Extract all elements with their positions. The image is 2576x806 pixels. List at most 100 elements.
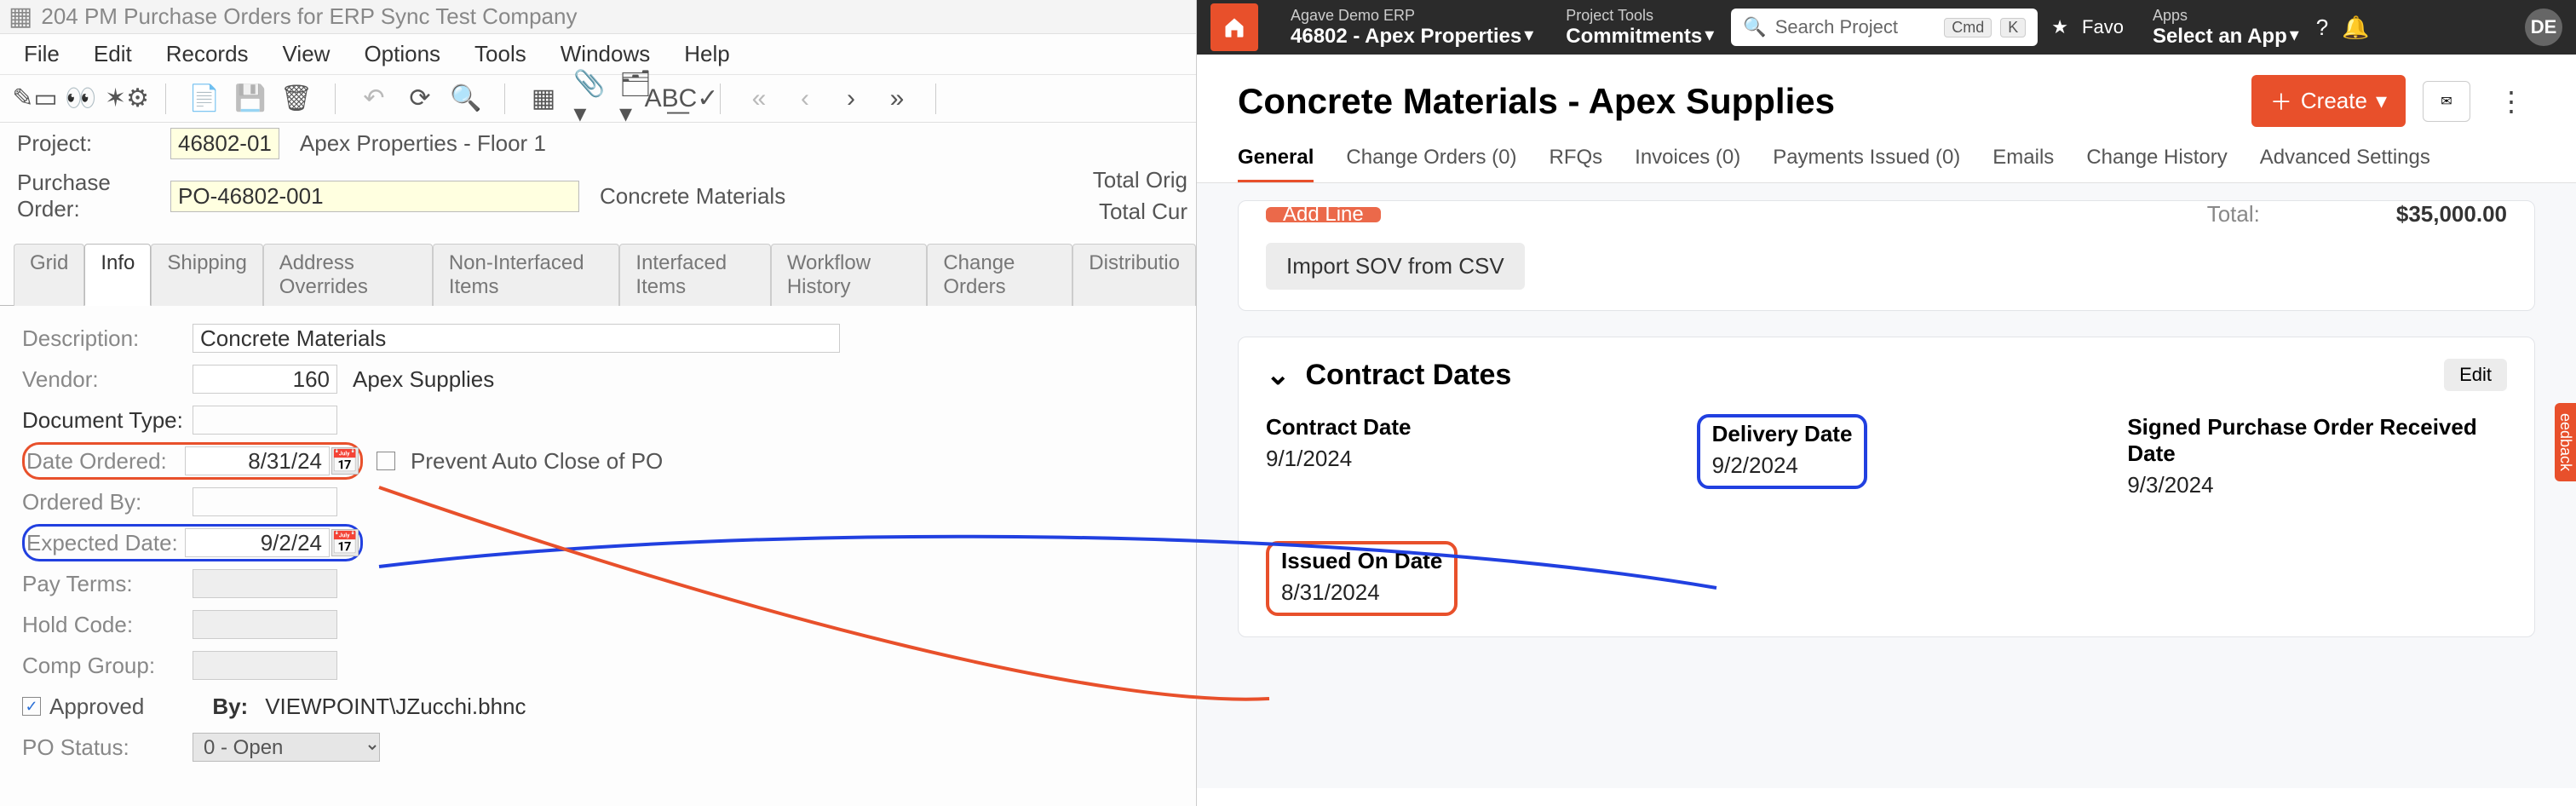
gear-sparkle-icon[interactable]: ✶⚙ bbox=[112, 84, 141, 113]
toolbar: ✎▭ 👀 ✶⚙ 📄 💾 🗑 ↶ ⟳ 🔍 ▦ 📎▾ 🗂▾ AB͟C✓ « ‹ › … bbox=[0, 75, 1196, 123]
approved-checkbox[interactable]: ✓ bbox=[22, 697, 41, 716]
menu-file[interactable]: File bbox=[24, 41, 60, 67]
po-number-input[interactable]: PO-46802-001 bbox=[170, 181, 579, 212]
tab-address-overrides[interactable]: Address Overrides bbox=[263, 244, 433, 306]
caret-down-icon: ▾ bbox=[1524, 24, 1533, 46]
tab-shipping[interactable]: Shipping bbox=[151, 244, 262, 306]
contract-date-label: Contract Date bbox=[1266, 414, 1646, 440]
menu-windows[interactable]: Windows bbox=[561, 41, 650, 67]
next-icon[interactable]: › bbox=[837, 84, 865, 113]
tab-rfqs[interactable]: RFQs bbox=[1549, 135, 1602, 182]
menu-edit[interactable]: Edit bbox=[94, 41, 132, 67]
help-icon[interactable]: ? bbox=[2316, 14, 2328, 41]
more-menu-icon[interactable]: ⋮ bbox=[2487, 85, 2535, 118]
tool-selector[interactable]: Project Tools Commitments ▾ bbox=[1550, 0, 1717, 55]
prev-icon[interactable]: ‹ bbox=[791, 84, 819, 113]
menu-help[interactable]: Help bbox=[684, 41, 729, 67]
tab-emails[interactable]: Emails bbox=[1992, 135, 2054, 182]
caret-down-icon: ▾ bbox=[2376, 88, 2387, 114]
page-icon[interactable]: 📄 bbox=[190, 84, 219, 113]
delivery-date-label: Delivery Date bbox=[1712, 421, 1853, 447]
po-status-select[interactable]: 0 - Open bbox=[193, 733, 380, 762]
erp-context-line2: 46802 - Apex Properties bbox=[1291, 25, 1521, 49]
tab-distribution[interactable]: Distributio bbox=[1072, 244, 1196, 306]
first-icon[interactable]: « bbox=[745, 84, 773, 113]
web-app: Agave Demo ERP 46802 - Apex Properties ▾… bbox=[1197, 0, 2576, 806]
global-topbar: Agave Demo ERP 46802 - Apex Properties ▾… bbox=[1197, 0, 2576, 55]
menu-options[interactable]: Options bbox=[364, 41, 440, 67]
tab-general[interactable]: General bbox=[1238, 135, 1314, 182]
tab-change-orders[interactable]: Change Orders bbox=[927, 244, 1072, 306]
tab-interfaced[interactable]: Interfaced Items bbox=[619, 244, 770, 306]
add-line-button[interactable]: Add Line bbox=[1266, 207, 1381, 222]
user-avatar[interactable]: DE bbox=[2525, 9, 2562, 46]
date-ordered-input[interactable]: 8/31/24 bbox=[185, 446, 330, 475]
search-box[interactable]: 🔍 Search Project Cmd K bbox=[1731, 9, 2038, 46]
search-placeholder: Search Project bbox=[1775, 16, 1936, 38]
ordered-by-input[interactable] bbox=[193, 487, 337, 516]
chevron-down-icon[interactable]: ⌄ bbox=[1266, 358, 1291, 392]
project-number-input[interactable]: 46802-01 bbox=[170, 128, 279, 159]
grid-icon[interactable]: ▦ bbox=[529, 84, 558, 113]
expected-date-input[interactable]: 9/2/24 bbox=[185, 528, 330, 557]
kbd-k: K bbox=[2000, 18, 2026, 37]
document-type-input[interactable] bbox=[193, 406, 337, 435]
menu-records[interactable]: Records bbox=[166, 41, 249, 67]
menu-tools[interactable]: Tools bbox=[474, 41, 526, 67]
hold-code-input[interactable] bbox=[193, 610, 337, 639]
menu-view[interactable]: View bbox=[283, 41, 331, 67]
prevent-auto-close-checkbox[interactable] bbox=[377, 452, 395, 470]
tool-line2: Commitments bbox=[1566, 25, 1702, 49]
attachment-icon[interactable]: 📎▾ bbox=[575, 84, 604, 113]
tab-payments-issued[interactable]: Payments Issued (0) bbox=[1773, 135, 1960, 182]
pay-terms-input[interactable] bbox=[193, 569, 337, 598]
description-input[interactable]: Concrete Materials bbox=[193, 324, 840, 353]
tab-invoices[interactable]: Invoices (0) bbox=[1635, 135, 1740, 182]
tab-grid[interactable]: Grid bbox=[14, 244, 84, 306]
apps-line2: Select an App bbox=[2153, 25, 2287, 49]
tab-info[interactable]: Info bbox=[84, 244, 151, 306]
record-tabstrip: General Change Orders (0) RFQs Invoices … bbox=[1197, 135, 2576, 183]
search-icon[interactable]: 🔍 bbox=[451, 84, 480, 113]
info-form: Description: Concrete Materials Vendor: … bbox=[0, 306, 1196, 780]
apps-selector[interactable]: Apps Select an App ▾ bbox=[2137, 0, 2303, 55]
total-orig-label: Total Orig bbox=[1093, 167, 1187, 193]
spellcheck-icon[interactable]: AB͟C✓ bbox=[667, 84, 696, 113]
erp-selector[interactable]: Agave Demo ERP 46802 - Apex Properties ▾ bbox=[1275, 0, 1537, 55]
last-icon[interactable]: » bbox=[883, 84, 911, 113]
totals-block: Total Orig Total Cur bbox=[1093, 167, 1187, 230]
new-record-icon[interactable]: ✎▭ bbox=[20, 84, 49, 113]
date-ordered-label: Date Ordered: bbox=[26, 448, 185, 475]
detail-tabstrip: Grid Info Shipping Address Overrides Non… bbox=[0, 243, 1196, 306]
home-button[interactable] bbox=[1210, 3, 1258, 51]
tab-change-orders[interactable]: Change Orders (0) bbox=[1346, 135, 1516, 182]
bell-icon[interactable]: 🔔 bbox=[2342, 14, 2369, 41]
save-icon[interactable]: 💾 bbox=[236, 84, 265, 113]
tab-advanced-settings[interactable]: Advanced Settings bbox=[2260, 135, 2430, 182]
refresh-icon[interactable]: ⟳ bbox=[405, 84, 434, 113]
calendar-icon[interactable]: 📅 bbox=[331, 447, 359, 475]
undo-icon[interactable]: ↶ bbox=[359, 84, 388, 113]
binoculars-icon[interactable]: 👀 bbox=[66, 84, 95, 113]
delivery-date-value: 9/2/2024 bbox=[1712, 452, 1853, 479]
page-title: Concrete Materials - Apex Supplies bbox=[1238, 81, 2234, 122]
favorites-label[interactable]: Favo bbox=[2082, 16, 2124, 38]
total-cur-label: Total Cur bbox=[1093, 199, 1187, 225]
comp-group-input[interactable] bbox=[193, 651, 337, 680]
issued-date-label: Issued On Date bbox=[1281, 548, 1442, 574]
vendor-number-input[interactable]: 160 bbox=[193, 365, 337, 394]
total-label: Total: bbox=[2207, 201, 2260, 227]
tab-workflow-history[interactable]: Workflow History bbox=[771, 244, 928, 306]
document-type-label: Document Type: bbox=[22, 407, 193, 434]
tab-change-history[interactable]: Change History bbox=[2086, 135, 2227, 182]
star-icon[interactable]: ★ bbox=[2051, 16, 2068, 38]
edit-button[interactable]: Edit bbox=[2444, 359, 2507, 391]
import-csv-button[interactable]: Import SOV from CSV bbox=[1266, 243, 1525, 290]
calendar-icon[interactable]: 📅 bbox=[331, 529, 359, 556]
feedback-tab[interactable]: eedback bbox=[2555, 403, 2576, 481]
create-button[interactable]: ＋ Create ▾ bbox=[2251, 75, 2406, 127]
approved-by-value: VIEWPOINT\JZucchi.bhnc bbox=[265, 694, 526, 720]
email-button[interactable]: ✉ bbox=[2423, 81, 2470, 122]
tab-non-interfaced[interactable]: Non-Interfaced Items bbox=[433, 244, 620, 306]
trash-icon[interactable]: 🗑 bbox=[282, 84, 311, 113]
